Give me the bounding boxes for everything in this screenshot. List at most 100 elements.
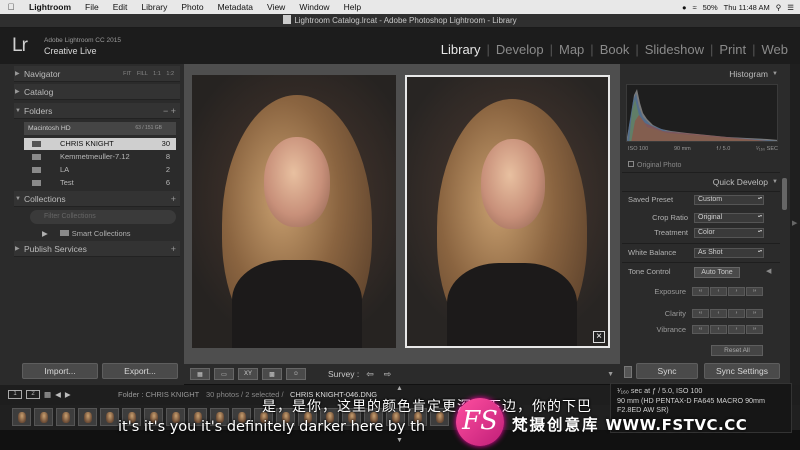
grid-icon[interactable]: ▦ <box>44 390 51 399</box>
quick-develop-header[interactable]: Quick Develop ▼ <box>622 174 780 190</box>
apple-icon[interactable]:  <box>0 2 22 12</box>
module-print[interactable]: Print <box>713 42 752 57</box>
module-develop[interactable]: Develop <box>490 42 550 57</box>
toolbar-menu-icon[interactable]: ▼ <box>607 371 614 378</box>
original-photo-toggle[interactable]: Original Photo <box>628 161 681 169</box>
people-view-icon[interactable]: ☺ <box>286 368 306 380</box>
module-slideshow[interactable]: Slideshow <box>639 42 710 57</box>
menu-view[interactable]: View <box>260 2 292 12</box>
navigator-zoom-options[interactable]: FIT FILL 1:1 1:2 <box>123 66 174 82</box>
filmstrip-up-arrow-icon[interactable]: ▲ <box>396 385 403 392</box>
reset-all-button[interactable]: Reset All <box>711 345 763 356</box>
search-icon[interactable]: ⚲ <box>776 3 782 12</box>
clarity-inc-large-button[interactable]: ›› <box>746 309 763 318</box>
module-book[interactable]: Book <box>594 42 636 57</box>
loupe-view-icon[interactable]: ▭ <box>214 368 234 380</box>
menu-file[interactable]: File <box>78 2 106 12</box>
navigator-header[interactable]: ▶ Navigator FIT FILL 1:1 1:2 <box>14 66 180 82</box>
folders-header[interactable]: ▼ Folders − + <box>14 103 180 119</box>
vibrance-inc-button[interactable]: › <box>728 325 745 334</box>
previous-arrow-icon[interactable]: ⇦ <box>363 369 377 380</box>
module-map[interactable]: Map <box>553 42 590 57</box>
collections-header[interactable]: ▼ Collections + <box>14 191 180 207</box>
filmstrip-thumbnail[interactable] <box>56 408 75 426</box>
histogram-header[interactable]: Histogram ▼ <box>622 66 780 82</box>
publish-add-icon[interactable]: + <box>171 241 176 257</box>
menu-library[interactable]: Library <box>134 2 174 12</box>
menu-edit[interactable]: Edit <box>106 2 135 12</box>
folder-item[interactable]: Kemmetmeuller-7.12 8 <box>24 151 176 163</box>
import-button[interactable]: Import... <box>22 363 98 379</box>
menu-photo[interactable]: Photo <box>174 2 210 12</box>
filmstrip-thumbnail[interactable] <box>12 408 31 426</box>
compare-view-icon[interactable]: XY <box>238 368 258 380</box>
volume-macintosh-hd[interactable]: Macintosh HD 63 / 151 GB <box>24 122 176 135</box>
clarity-dec-button[interactable]: ‹ <box>710 309 727 318</box>
clarity-inc-button[interactable]: › <box>728 309 745 318</box>
exposure-dec-button[interactable]: ‹ <box>710 287 727 296</box>
survey-photo-left[interactable] <box>192 75 396 348</box>
crop-ratio-select[interactable]: Original <box>694 213 764 223</box>
grid-view-icon[interactable]: ▦ <box>190 368 210 380</box>
remove-from-survey-icon[interactable]: × <box>593 331 605 343</box>
identity-name: Creative Live <box>44 46 97 56</box>
exposure-dec-large-button[interactable]: ‹‹ <box>692 287 709 296</box>
clock[interactable]: Thu 11:48 AM <box>724 3 770 12</box>
filmstrip-thumbnail[interactable] <box>100 408 119 426</box>
menu-list-icon[interactable]: ☰ <box>787 3 794 12</box>
sync-settings-button[interactable]: Sync Settings <box>704 363 780 379</box>
white-balance-select[interactable]: As Shot <box>694 248 764 258</box>
module-web[interactable]: Web <box>756 42 795 57</box>
sync-button[interactable]: Sync <box>636 363 698 379</box>
vibrance-dec-large-button[interactable]: ‹‹ <box>692 325 709 334</box>
secondary-display-button[interactable]: 2 <box>26 390 40 399</box>
filmstrip-thumbnail[interactable] <box>78 408 97 426</box>
collections-filter-input[interactable]: Filter Collections <box>30 210 176 224</box>
thumbnail-image <box>18 412 26 423</box>
filmstrip-thumbnail[interactable] <box>34 408 53 426</box>
exposure-inc-button[interactable]: › <box>728 287 745 296</box>
histogram[interactable] <box>626 84 778 142</box>
export-button[interactable]: Export... <box>102 363 178 379</box>
menu-app-name[interactable]: Lightroom <box>22 2 78 12</box>
back-arrow-icon[interactable]: ◀ <box>55 390 61 399</box>
right-panel-scrollbar[interactable] <box>782 178 787 210</box>
filmstrip-folder[interactable]: Folder : CHRIS KNIGHT <box>118 390 199 399</box>
menu-help[interactable]: Help <box>337 2 368 12</box>
folder-item[interactable]: LA 2 <box>24 164 176 176</box>
next-arrow-icon[interactable]: ⇨ <box>381 369 395 380</box>
thumbnail-image <box>62 412 70 423</box>
auto-sync-switch[interactable] <box>624 366 632 378</box>
publish-services-header[interactable]: ▶ Publish Services + <box>14 241 180 257</box>
folder-item[interactable]: CHRIS KNIGHT 30 <box>24 138 176 150</box>
expand-triangle-icon: ▶ <box>42 229 48 238</box>
collections-add-icon[interactable]: + <box>171 191 176 207</box>
tone-expand-icon[interactable]: ◀ <box>766 267 771 275</box>
smart-collections-item[interactable]: ▶ Smart Collections <box>42 229 131 238</box>
folder-item[interactable]: Test 6 <box>24 177 176 189</box>
treatment-select[interactable]: Color <box>694 228 764 238</box>
cc-icon[interactable]: ● <box>682 3 687 12</box>
auto-tone-button[interactable]: Auto Tone <box>694 267 740 278</box>
filmstrip-down-arrow-icon[interactable]: ▼ <box>396 437 403 444</box>
navigator-label: Navigator <box>24 69 61 79</box>
right-panel-toggle[interactable]: ▶ <box>790 64 800 385</box>
saved-preset-select[interactable]: Custom <box>694 195 764 205</box>
folders-add-remove-icon[interactable]: − + <box>163 103 176 119</box>
vibrance-dec-button[interactable]: ‹ <box>710 325 727 334</box>
volume-size: 63 / 151 GB <box>135 125 162 131</box>
clarity-dec-large-button[interactable]: ‹‹ <box>692 309 709 318</box>
primary-display-button[interactable]: 1 <box>8 390 22 399</box>
battery-percent[interactable]: 50% <box>703 3 718 12</box>
module-library[interactable]: Library <box>435 42 487 57</box>
survey-photo-right-selected[interactable]: × <box>405 75 610 348</box>
survey-view-icon[interactable]: ▩ <box>262 368 282 380</box>
menu-window[interactable]: Window <box>292 2 336 12</box>
catalog-header[interactable]: ▶ Catalog <box>14 84 180 100</box>
wifi-icon[interactable]: ≈ <box>692 3 696 12</box>
histogram-graph <box>627 89 777 141</box>
vibrance-inc-large-button[interactable]: ›› <box>746 325 763 334</box>
menu-metadata[interactable]: Metadata <box>211 2 260 12</box>
forward-arrow-icon[interactable]: ▶ <box>65 390 71 399</box>
exposure-inc-large-button[interactable]: ›› <box>746 287 763 296</box>
